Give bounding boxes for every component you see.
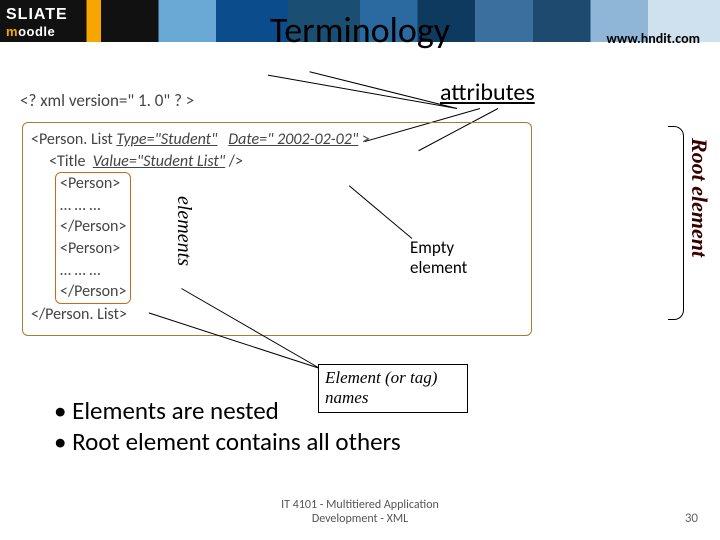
code-line: … … …: [60, 260, 126, 282]
text: Development - XML: [0, 512, 720, 526]
code-line: <Title Value="Student List" />: [31, 151, 523, 173]
footer-text: IT 4101 - Multitiered Application Develo…: [0, 498, 720, 526]
text: Element (or tag): [325, 368, 461, 388]
bullet-item: Root element contains all others: [54, 427, 401, 458]
attr-value: Value="Student List": [93, 152, 225, 171]
xml-declaration: <? xml version=" 1. 0" ? >: [20, 90, 194, 111]
code-line: </Person>: [60, 216, 126, 238]
code-line: </Person. List>: [31, 304, 523, 326]
bullet-item: Elements are nested: [54, 396, 401, 427]
code-text: >: [358, 130, 370, 149]
code-line: <Person>: [60, 173, 126, 195]
page-number: 30: [685, 511, 698, 526]
text: Empty: [410, 238, 505, 258]
code-line: <Person. List Type="Student" Date=" 2002…: [31, 129, 523, 151]
bullet-list: Elements are nested Root element contain…: [54, 396, 401, 457]
code-elements-box: <Person> … … … </Person> <Person> … … … …: [55, 172, 131, 304]
code-root-box: <Person. List Type="Student" Date=" 2002…: [22, 122, 532, 336]
text: element: [410, 258, 505, 278]
text: IT 4101 - Multitiered Application: [0, 498, 720, 512]
attributes-label: attributes: [440, 78, 535, 107]
root-brace: [668, 126, 684, 320]
code-line: </Person>: [60, 281, 126, 303]
code-text: <Person. List: [31, 130, 116, 149]
code-line: <Person>: [60, 238, 126, 260]
attr-date: Date=" 2002-02-02": [228, 130, 358, 149]
root-element-label: Root element: [686, 138, 712, 257]
site-url: www.hndit.com: [606, 30, 700, 47]
elements-label: elements: [172, 196, 195, 266]
empty-element-label: Empty element: [410, 238, 505, 277]
code-text: />: [225, 152, 243, 171]
attr-type: Type="Student": [116, 130, 217, 149]
attr-pointer-line: [268, 75, 457, 109]
code-text: <Title: [31, 152, 93, 171]
code-line: … … …: [60, 195, 126, 217]
code-text: [217, 130, 228, 149]
attr-pointer-line: [309, 71, 457, 109]
